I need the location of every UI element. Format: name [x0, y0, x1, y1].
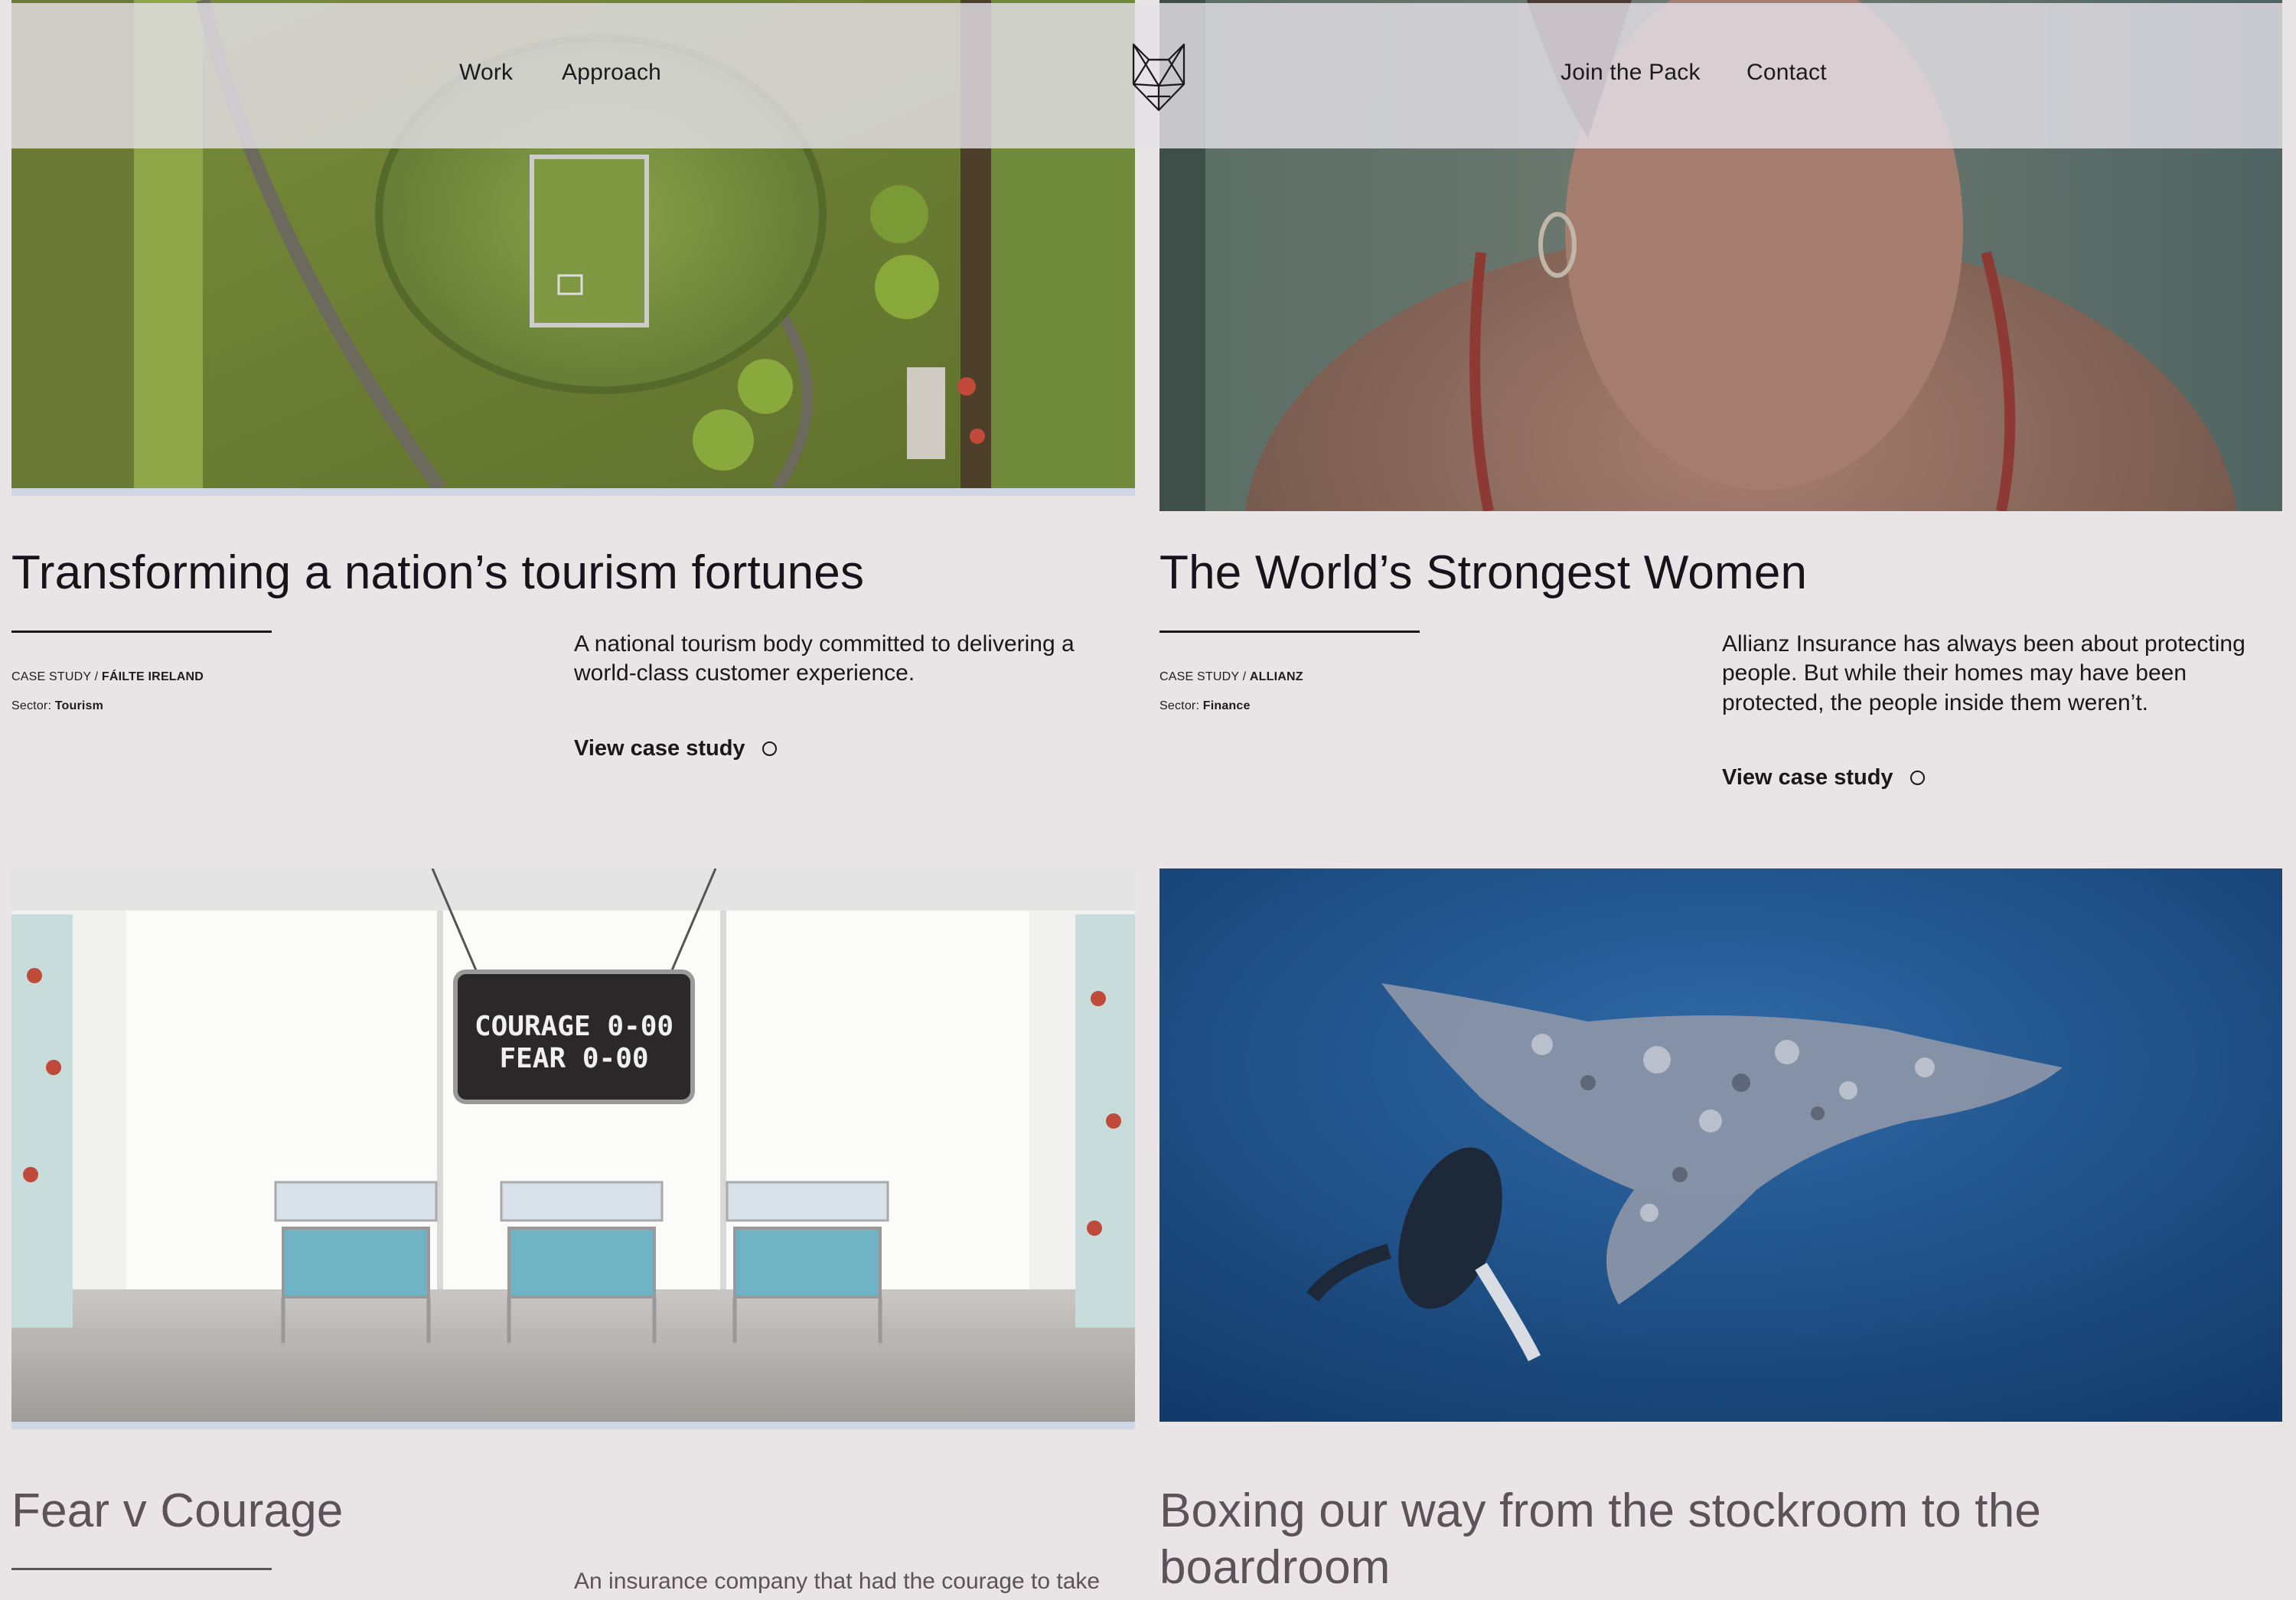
sector-label: Sector: Finance	[1159, 699, 1251, 713]
nav-contact[interactable]: Contact	[1746, 60, 1827, 86]
scoreboard-line-2: FEAR 0-00	[499, 1043, 648, 1074]
card-description: An insurance company that had the courag…	[574, 1569, 1101, 1594]
scoreboard-line-1: COURAGE 0-00	[475, 1011, 673, 1042]
view-case-study-button[interactable]: View case study	[574, 736, 777, 761]
sector-prefix: Sector:	[11, 699, 55, 712]
case-study-label: CASE STUDY / ALLIANZ	[1159, 670, 1303, 684]
circle-icon	[762, 741, 777, 756]
view-case-study-button[interactable]: View case study	[1722, 765, 1925, 790]
title-rule	[11, 1568, 272, 1570]
card-title[interactable]: Fear v Courage	[11, 1483, 344, 1540]
page: Work Approach Join the Pack Contact Tran…	[0, 0, 2296, 1600]
title-rule	[11, 631, 272, 633]
sector-prefix: Sector:	[1159, 699, 1203, 712]
client-name: ALLIANZ	[1249, 670, 1303, 683]
card-image-fear-v-courage[interactable]: COURAGE 0-00 FEAR 0-00	[11, 868, 1135, 1422]
circle-icon	[1910, 771, 1925, 785]
card-description: Allianz Insurance has always been about …	[1722, 631, 2245, 715]
cta-label: View case study	[574, 736, 745, 761]
nav-join-the-pack[interactable]: Join the Pack	[1561, 60, 1701, 86]
sector-name: Tourism	[54, 699, 104, 712]
nav-work[interactable]: Work	[459, 60, 513, 86]
case-study-prefix: CASE STUDY /	[1159, 670, 1250, 683]
hospital-nursery-photo: COURAGE 0-00 FEAR 0-00	[11, 868, 1135, 1422]
title-rule	[1159, 631, 1420, 633]
site-header: Work Approach Join the Pack Contact	[11, 3, 2282, 148]
plastic-whale-photo	[1159, 868, 2282, 1422]
image-underline	[11, 488, 1135, 496]
client-name: FÁILTE IRELAND	[101, 670, 204, 683]
case-study-prefix: CASE STUDY /	[11, 670, 102, 683]
wolf-head-icon[interactable]	[1130, 40, 1187, 116]
card-title[interactable]: The World’s Strongest Women	[1159, 545, 1807, 601]
sector-label: Sector: Tourism	[11, 699, 103, 713]
cta-label: View case study	[1722, 765, 1893, 790]
case-study-label: CASE STUDY / FÁILTE IRELAND	[11, 670, 204, 684]
card-title[interactable]: Transforming a nation’s tourism fortunes	[11, 545, 864, 601]
card-description: A national tourism body committed to del…	[574, 631, 1075, 686]
card-image-boxing[interactable]	[1159, 868, 2282, 1422]
nav-approach[interactable]: Approach	[562, 60, 661, 86]
image-underline	[11, 1422, 1135, 1429]
card-title[interactable]: Boxing our way from the stockroom to the…	[1159, 1483, 2154, 1597]
sector-name: Finance	[1202, 699, 1251, 712]
